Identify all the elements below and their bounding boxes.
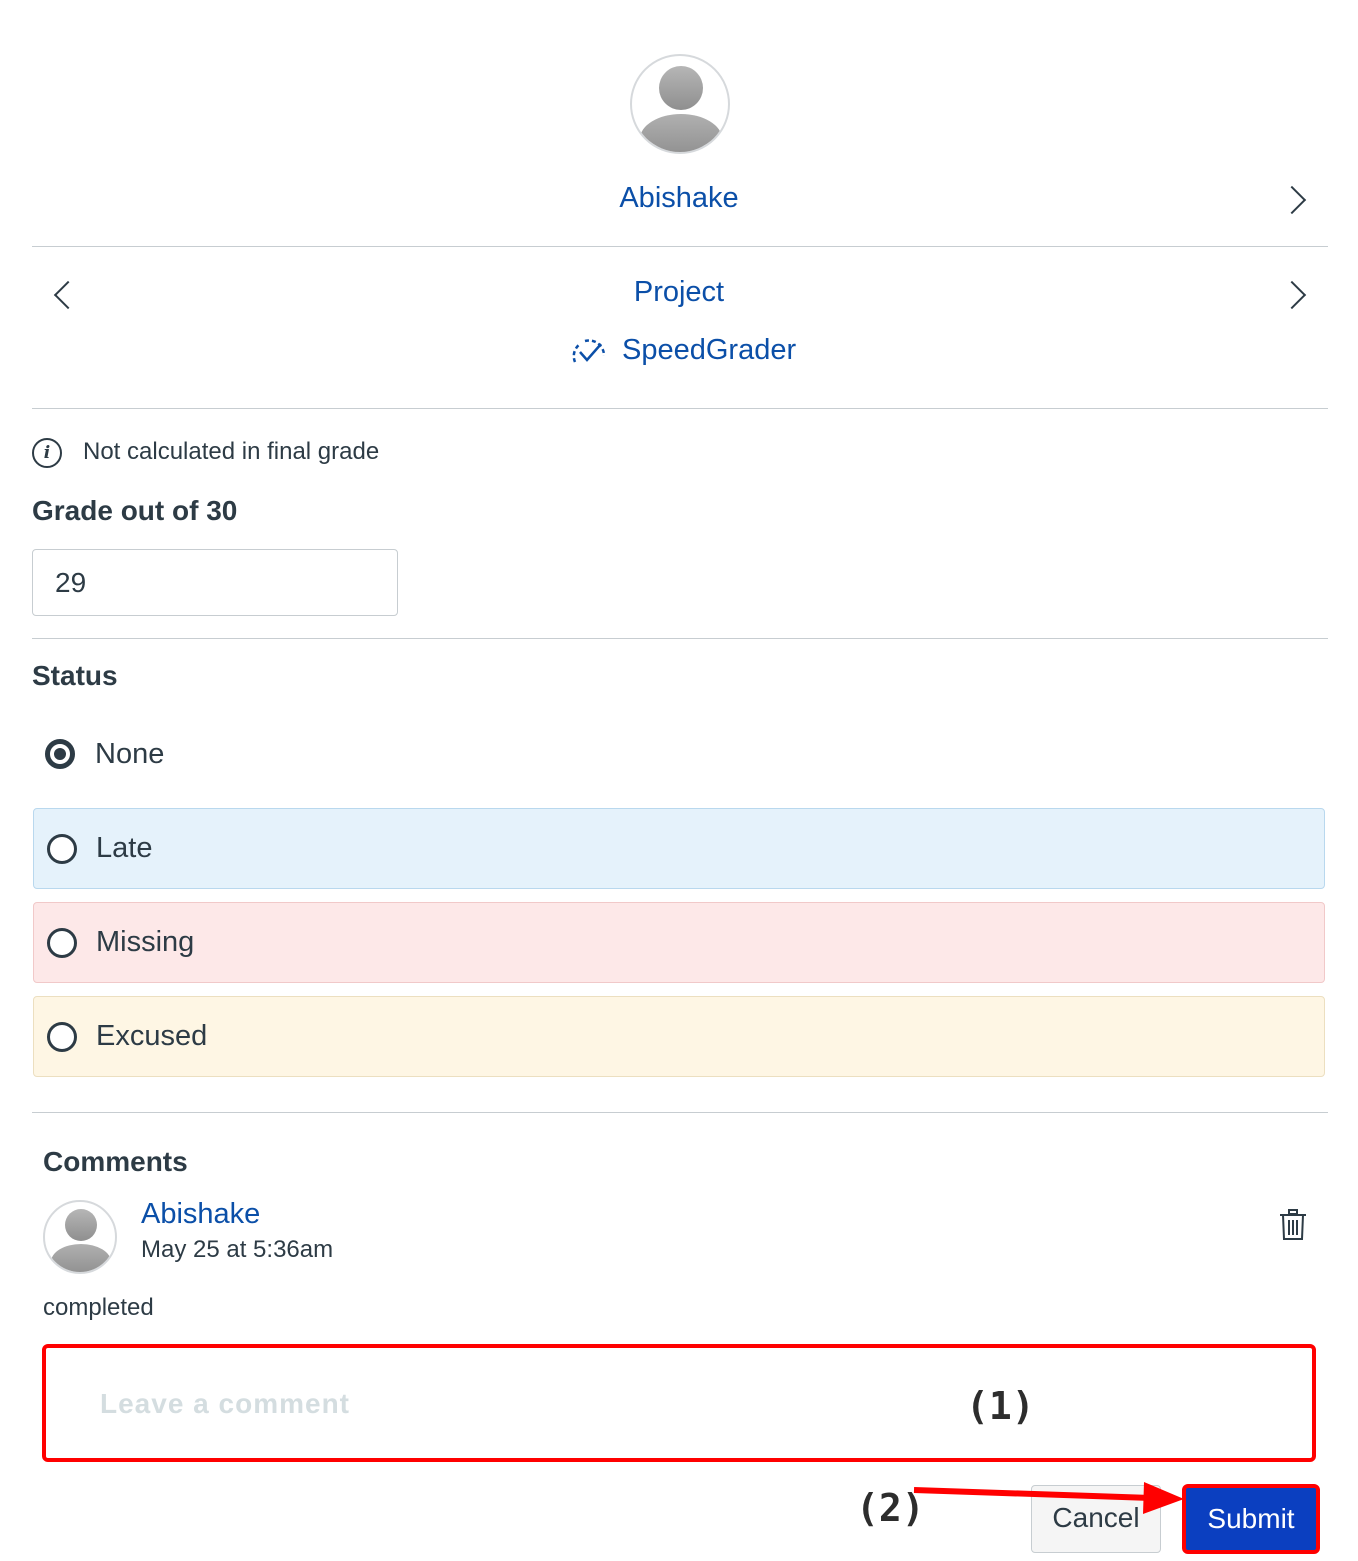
speedgrader-icon xyxy=(572,339,606,363)
submit-label: Submit xyxy=(1207,1503,1295,1534)
speedgrader-label: SpeedGrader xyxy=(622,334,797,366)
assignment-name-link[interactable]: Project xyxy=(0,276,1358,309)
trash-icon[interactable] xyxy=(1279,1209,1307,1241)
status-heading: Status xyxy=(32,660,118,691)
status-option-missing[interactable]: Missing xyxy=(33,902,1325,983)
status-option-excused[interactable]: Excused xyxy=(33,996,1325,1077)
info-icon: i xyxy=(32,438,62,468)
divider xyxy=(32,1112,1328,1113)
comment-input-placeholder: Leave a comment xyxy=(100,1388,350,1419)
comments-heading: Comments xyxy=(43,1146,188,1177)
none-label: None xyxy=(95,738,165,770)
student-name-link[interactable]: Abishake xyxy=(0,182,1358,215)
grade-input[interactable]: 29 xyxy=(32,549,398,616)
comment-timestamp: May 25 at 5:36am xyxy=(141,1236,334,1263)
none-radio[interactable] xyxy=(45,739,75,769)
divider xyxy=(32,408,1328,409)
excused-radio[interactable] xyxy=(47,1022,77,1052)
grade-label: Grade out of 30 xyxy=(32,495,238,526)
speedgrader-link[interactable]: SpeedGrader xyxy=(568,334,798,372)
submit-button[interactable]: Submit xyxy=(1182,1484,1320,1554)
annotation-arrow-icon xyxy=(913,1482,1184,1514)
comment-author-link[interactable]: Abishake xyxy=(141,1198,260,1231)
late-radio[interactable] xyxy=(47,834,77,864)
excused-label: Excused xyxy=(96,1020,208,1052)
student-avatar xyxy=(630,54,730,154)
comment-text: completed xyxy=(43,1294,154,1321)
grade-info-text: Not calculated in final grade xyxy=(83,438,380,465)
status-option-late[interactable]: Late xyxy=(33,808,1325,889)
missing-label: Missing xyxy=(96,926,195,958)
comment-author-avatar xyxy=(43,1200,117,1274)
grade-value: 29 xyxy=(55,567,87,598)
late-label: Late xyxy=(96,832,153,864)
status-option-none[interactable]: None xyxy=(33,722,1325,788)
comment-input[interactable]: Leave a comment xyxy=(42,1344,1316,1462)
divider xyxy=(32,246,1328,247)
divider xyxy=(32,638,1328,639)
missing-radio[interactable] xyxy=(47,928,77,958)
annotation-step-1: (1) xyxy=(966,1384,1035,1428)
